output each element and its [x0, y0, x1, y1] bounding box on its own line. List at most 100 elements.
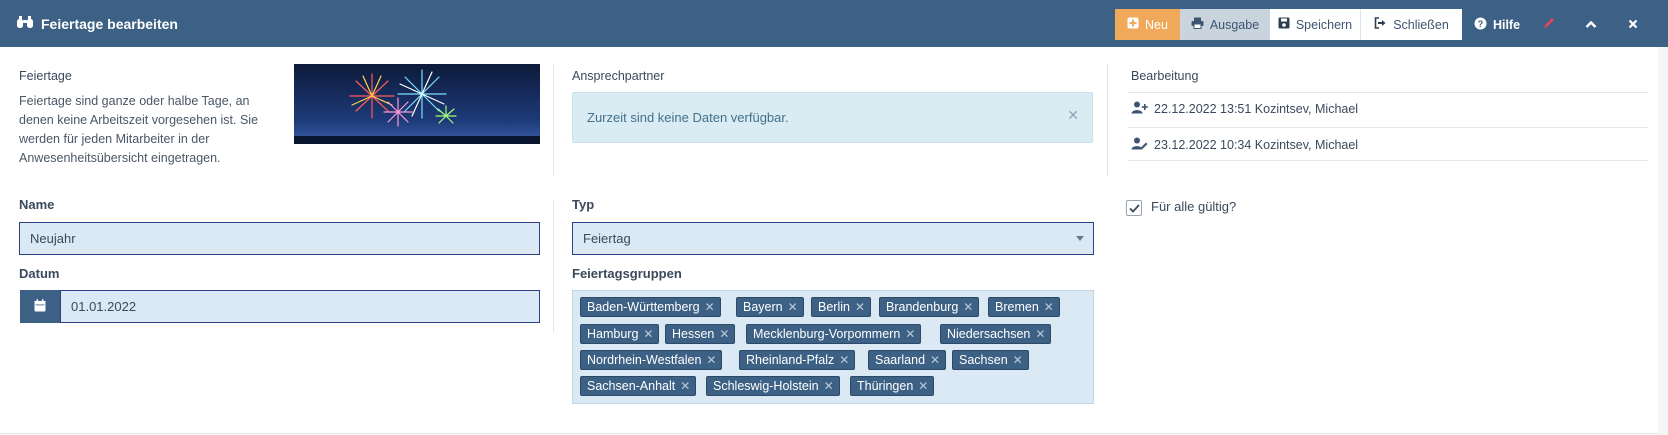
- remove-tag-icon[interactable]: ✕: [1035, 327, 1045, 341]
- type-select-value: Feiertag: [583, 231, 631, 246]
- alert-close-icon[interactable]: ✕: [1067, 107, 1079, 124]
- close-form-button[interactable]: Schließen: [1361, 9, 1462, 40]
- info-description: Feiertage sind ganze oder halbe Tage, an…: [19, 94, 259, 165]
- group-tag: Schleswig-Holstein ✕: [706, 376, 840, 396]
- empty-data-message: Zurzeit sind keine Daten verfügbar.: [587, 110, 789, 125]
- remove-tag-icon[interactable]: ✕: [643, 327, 653, 341]
- remove-tag-icon[interactable]: ✕: [706, 353, 716, 367]
- group-tag-label: Thüringen: [857, 379, 914, 393]
- divider: [1107, 64, 1108, 176]
- user-plus-icon: [1131, 101, 1148, 117]
- name-input-value: Neujahr: [30, 231, 76, 246]
- name-input[interactable]: Neujahr: [19, 222, 540, 255]
- remove-tag-icon[interactable]: ✕: [918, 379, 928, 393]
- empty-data-alert: Zurzeit sind keine Daten verfügbar. ✕: [572, 92, 1093, 143]
- remove-tag-icon[interactable]: ✕: [905, 327, 915, 341]
- group-tag-label: Brandenburg: [886, 300, 959, 314]
- remove-tag-icon[interactable]: ✕: [788, 300, 798, 314]
- type-label: Typ: [572, 197, 595, 212]
- edit-pencil-button[interactable]: [1534, 9, 1564, 40]
- group-tag: Brandenburg ✕: [879, 297, 980, 317]
- collapse-button[interactable]: [1576, 9, 1606, 40]
- contacts-section-title: Ansprechpartner: [572, 69, 665, 83]
- pencil-icon: [1542, 16, 1556, 33]
- info-section-title: Feiertage: [19, 69, 72, 83]
- remove-tag-icon[interactable]: ✕: [824, 379, 834, 393]
- editing-entry-modified: 23.12.2022 10:34 Kozintsev, Michael: [1131, 137, 1358, 153]
- group-tag-label: Berlin: [818, 300, 850, 314]
- date-input-value: 01.01.2022: [71, 299, 137, 314]
- group-tag-label: Rheinland-Pfalz: [746, 353, 835, 367]
- divider: [0, 433, 1668, 434]
- divider: [1128, 127, 1648, 128]
- print-button-label: Ausgabe: [1209, 17, 1260, 32]
- group-tag-label: Bremen: [995, 300, 1039, 314]
- group-tag-label: Saarland: [875, 353, 926, 367]
- svg-text:?: ?: [1478, 19, 1484, 29]
- divider: [1128, 160, 1648, 161]
- plus-square-icon: [1127, 17, 1139, 32]
- save-button[interactable]: Speichern: [1270, 9, 1361, 40]
- group-tag-label: Schleswig-Holstein: [713, 379, 819, 393]
- remove-tag-icon[interactable]: ✕: [680, 379, 690, 393]
- print-icon: [1191, 17, 1204, 32]
- header-title-group: Feiertage bearbeiten: [16, 0, 178, 47]
- group-tag: Bremen ✕: [988, 297, 1060, 317]
- date-label: Datum: [19, 266, 60, 281]
- print-button[interactable]: Ausgabe: [1180, 9, 1270, 40]
- remove-tag-icon[interactable]: ✕: [839, 353, 849, 367]
- group-tag-label: Hamburg: [587, 327, 639, 341]
- user-edit-icon: [1131, 137, 1148, 153]
- remove-tag-icon[interactable]: ✕: [1013, 353, 1023, 367]
- close-icon: [1628, 17, 1638, 32]
- group-tag: Hessen ✕: [665, 324, 736, 344]
- group-tag: Berlin ✕: [811, 297, 872, 317]
- group-tag-label: Nordrhein-Westfalen: [587, 353, 702, 367]
- group-tag: Hamburg ✕: [580, 324, 660, 344]
- new-button[interactable]: Neu: [1115, 9, 1180, 40]
- group-tag-label: Baden-Württemberg: [587, 300, 700, 314]
- save-button-label: Speichern: [1295, 17, 1353, 32]
- window-header: Feiertage bearbeiten Neu Ausgabe Speiche…: [0, 0, 1668, 47]
- new-button-label: Neu: [1145, 17, 1168, 32]
- editing-entry-text: 22.12.2022 13:51 Kozintsev, Michael: [1154, 102, 1359, 116]
- group-tag: Bayern ✕: [736, 297, 804, 317]
- help-button-label: Hilfe: [1492, 17, 1521, 32]
- help-button[interactable]: ? Hilfe: [1462, 9, 1532, 40]
- checkmark-icon: [1128, 201, 1140, 216]
- date-input[interactable]: 01.01.2022: [60, 290, 540, 323]
- remove-tag-icon[interactable]: ✕: [719, 327, 729, 341]
- editing-entry-text: 23.12.2022 10:34 Kozintsev, Michael: [1154, 138, 1359, 152]
- page-title: Feiertage bearbeiten: [41, 15, 178, 32]
- divider: [1128, 92, 1648, 93]
- groups-multiselect[interactable]: Baden-Württemberg ✕ Bayern ✕ Berlin ✕ Brand…: [572, 290, 1094, 404]
- editing-entry-created: 22.12.2022 13:51 Kozintsev, Michael: [1131, 101, 1358, 117]
- group-tag-label: Hessen: [672, 327, 715, 341]
- remove-tag-icon[interactable]: ✕: [705, 300, 715, 314]
- remove-tag-icon[interactable]: ✕: [1044, 300, 1054, 314]
- remove-tag-icon[interactable]: ✕: [930, 353, 940, 367]
- binoculars-icon: [16, 15, 34, 32]
- type-select[interactable]: Feiertag: [572, 222, 1094, 255]
- group-tag: Sachsen ✕: [952, 350, 1029, 370]
- calendar-button[interactable]: [20, 290, 60, 323]
- chevron-up-icon: [1585, 17, 1597, 32]
- group-tag-label: Niedersachsen: [947, 327, 1031, 341]
- group-tag: Nordrhein-Westfalen ✕: [580, 350, 723, 370]
- sign-out-icon: [1374, 17, 1387, 32]
- valid-for-all-checkbox[interactable]: [1126, 200, 1142, 216]
- calendar-icon: [34, 298, 46, 315]
- group-tag: Saarland ✕: [868, 350, 947, 370]
- remove-tag-icon[interactable]: ✕: [855, 300, 865, 314]
- close-window-button[interactable]: [1618, 9, 1648, 40]
- group-tag-label: Bayern: [743, 300, 783, 314]
- fireworks-image: [294, 64, 540, 144]
- dropdown-caret-icon: [1076, 236, 1084, 241]
- scrollbar[interactable]: [1658, 47, 1668, 435]
- valid-for-all-label: Für alle gültig?: [1151, 199, 1237, 214]
- remove-tag-icon[interactable]: ✕: [963, 300, 973, 314]
- group-tag-label: Sachsen: [959, 353, 1008, 367]
- group-tag: Niedersachsen ✕: [940, 324, 1052, 344]
- name-label: Name: [19, 197, 55, 212]
- group-tag: Sachsen-Anhalt ✕: [580, 376, 697, 396]
